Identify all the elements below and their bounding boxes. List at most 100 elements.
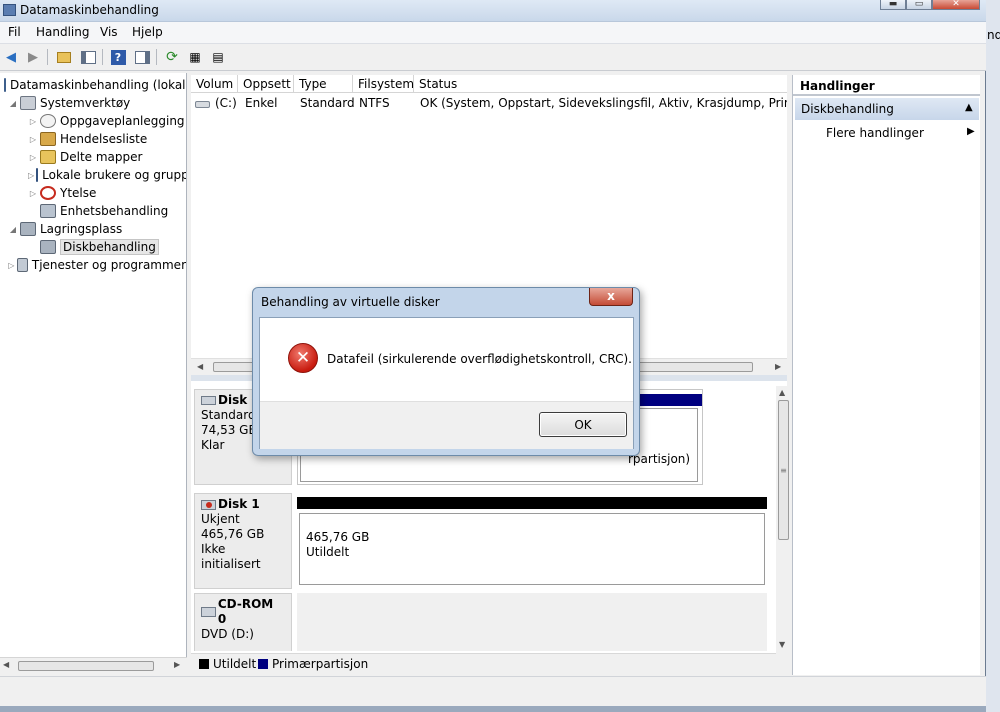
- action-more-actions-label: Flere handlinger: [826, 126, 924, 140]
- tree-item-local-users[interactable]: ▷ Lokale brukere og grupper: [4, 166, 186, 184]
- cdrom-name: CD-ROM 0: [217, 597, 274, 626]
- scroll-left-arrow-icon[interactable]: ◀: [3, 660, 9, 669]
- tree-item-performance[interactable]: ▷ Ytelse: [4, 184, 186, 202]
- refresh-icon[interactable]: ⟳: [163, 48, 181, 66]
- properties-pane-icon[interactable]: [133, 48, 151, 66]
- tree-label-event-viewer: Hendelsesliste: [60, 132, 148, 146]
- column-header-oppsett[interactable]: Oppsett: [238, 75, 294, 93]
- tree-label-task-scheduler: Oppgaveplanlegging: [60, 114, 185, 128]
- dialog-body: ✕ Datafeil (sirkulerende overflødighetsk…: [259, 317, 634, 449]
- cdrom-label[interactable]: CD-ROM 0 DVD (D:) Intet medium: [194, 593, 292, 651]
- help-icon[interactable]: ?: [109, 48, 127, 66]
- forward-arrow-icon[interactable]: ▶: [24, 48, 42, 66]
- tree-item-disk-management[interactable]: Diskbehandling: [4, 238, 186, 256]
- ok-button[interactable]: OK: [539, 412, 627, 437]
- tree-item-services[interactable]: ▷ Tjenester og programmer: [4, 256, 186, 274]
- column-header-volum[interactable]: Volum: [191, 75, 238, 93]
- check-disk-icon[interactable]: ▦: [186, 48, 204, 66]
- scroll-down-arrow-icon[interactable]: ▼: [779, 640, 785, 649]
- disk-1-partition-box: 465,76 GB Utildelt: [299, 513, 765, 585]
- services-icon: [16, 258, 28, 272]
- expand-arrow-icon[interactable]: ▷: [28, 171, 34, 180]
- volume-row[interactable]: (C:) Enkel Standard NTFS OK (System, Opp…: [191, 94, 787, 114]
- app-icon: [3, 4, 16, 16]
- tree-item-event-viewer[interactable]: ▷ Hendelsesliste: [4, 130, 186, 148]
- disk-error-icon: [201, 499, 216, 510]
- column-header-filsystem[interactable]: Filsystem: [353, 75, 414, 93]
- drive-icon: [195, 101, 210, 108]
- expand-arrow-icon[interactable]: ▷: [28, 189, 38, 198]
- tree-label-systemtools: Systemverktøy: [40, 96, 131, 110]
- action-more-actions[interactable]: Flere handlinger ▶: [795, 122, 979, 144]
- expand-arrow-icon[interactable]: ▷: [28, 117, 38, 126]
- disk-view-scroll-thumb[interactable]: ≡: [778, 400, 789, 540]
- tree-label-device-manager: Enhetsbehandling: [60, 204, 169, 218]
- collapse-up-icon[interactable]: ▲: [965, 102, 973, 113]
- event-log-icon: [40, 132, 56, 146]
- disk-1-part-size: 465,76 GB: [306, 530, 370, 544]
- clock-icon: [40, 114, 56, 128]
- tree-item-storage[interactable]: ◢ Lagringsplass: [4, 220, 186, 238]
- close-button[interactable]: ✕: [932, 0, 980, 10]
- disk-1-unallocated-area[interactable]: 465,76 GB Utildelt: [297, 493, 767, 589]
- cell-oppsett: Enkel: [245, 96, 278, 110]
- tree-label-local-users: Lokale brukere og grupper: [42, 168, 187, 182]
- tree-label-root: Datamaskinbehandling (lokal): [10, 78, 187, 92]
- disk-icon: [201, 396, 216, 405]
- actions-section-label: Diskbehandling: [801, 102, 894, 116]
- expand-arrow-icon[interactable]: ▷: [8, 261, 15, 270]
- volume-list-header: Volum Oppsett Type Filsystem Status: [191, 75, 787, 93]
- menu-vis[interactable]: Vis: [97, 25, 121, 39]
- disk-view-vertical-scrollbar[interactable]: ▲ ≡ ▼: [776, 386, 792, 656]
- cell-type: Standard: [300, 96, 355, 110]
- menu-hjelp[interactable]: Hjelp: [129, 25, 166, 39]
- tree-label-disk-management: Diskbehandling: [60, 239, 159, 255]
- tree-horizontal-scrollbar[interactable]: ◀ ▶: [0, 657, 187, 674]
- dialog-close-button[interactable]: x: [589, 288, 633, 306]
- show-hide-tree-icon[interactable]: [79, 48, 97, 66]
- back-arrow-icon[interactable]: ◀: [2, 48, 20, 66]
- device-manager-icon: [40, 204, 56, 218]
- menu-fil[interactable]: Fil: [5, 25, 24, 39]
- dialog-button-area: OK: [260, 401, 633, 449]
- disk-1-part-state: Utildelt: [306, 545, 350, 559]
- tree-item-task-scheduler[interactable]: ▷ Oppgaveplanlegging: [4, 112, 186, 130]
- actions-section-disk-management[interactable]: Diskbehandling ▲: [795, 98, 979, 120]
- expand-arrow-icon[interactable]: ▷: [28, 135, 38, 144]
- scroll-left-arrow-icon[interactable]: ◀: [197, 362, 203, 371]
- column-header-status[interactable]: Status: [414, 75, 787, 93]
- disk-1-unallocated-bar: [297, 497, 767, 509]
- collapse-arrow-icon[interactable]: ◢: [8, 99, 18, 108]
- expand-arrow-icon[interactable]: ▷: [28, 153, 38, 162]
- actions-header: Handlinger: [793, 75, 980, 96]
- scroll-right-arrow-icon[interactable]: ▶: [174, 660, 180, 669]
- tree-scroll-thumb[interactable]: [18, 661, 154, 671]
- collapse-arrow-icon[interactable]: ◢: [8, 225, 18, 234]
- maximize-button[interactable]: ▭: [906, 0, 932, 10]
- cdrom-icon: [201, 607, 216, 617]
- column-header-type[interactable]: Type: [294, 75, 353, 93]
- up-folder-icon[interactable]: [55, 48, 73, 66]
- menu-handling[interactable]: Handling: [33, 25, 93, 39]
- legend-primary-label: Primærpartisjon: [272, 657, 369, 671]
- tree-item-systemtools[interactable]: ◢ Systemverktøy: [4, 94, 186, 112]
- actions-pane: Handlinger Diskbehandling ▲ Flere handli…: [792, 75, 980, 675]
- shared-folder-icon: [40, 150, 56, 164]
- title-bar[interactable]: Datamaskinbehandling ▬ ▭ ✕: [0, 0, 986, 22]
- scroll-right-arrow-icon[interactable]: ▶: [775, 362, 781, 371]
- disk-1-type: Ukjent: [201, 512, 240, 526]
- toolbar-separator: [102, 49, 103, 65]
- legend-primary-swatch: [258, 659, 268, 669]
- window-title: Datamaskinbehandling: [20, 3, 159, 17]
- minimize-button[interactable]: ▬: [880, 0, 906, 10]
- disk-1-size: 465,76 GB: [201, 527, 265, 541]
- tree-item-shared-folders[interactable]: ▷ Delte mapper: [4, 148, 186, 166]
- error-dialog: Behandling av virtuelle disker x ✕ Dataf…: [252, 287, 640, 456]
- error-icon: ✕: [288, 343, 318, 373]
- tree-item-device-manager[interactable]: Enhetsbehandling: [4, 202, 186, 220]
- tree-item-root[interactable]: Datamaskinbehandling (lokal): [4, 76, 186, 94]
- scroll-up-arrow-icon[interactable]: ▲: [779, 388, 785, 397]
- disk-1-label[interactable]: Disk 1 Ukjent 465,76 GB Ikke initialiser…: [194, 493, 292, 589]
- properties-icon[interactable]: ▤: [209, 48, 227, 66]
- cell-volum: (C:): [215, 96, 237, 110]
